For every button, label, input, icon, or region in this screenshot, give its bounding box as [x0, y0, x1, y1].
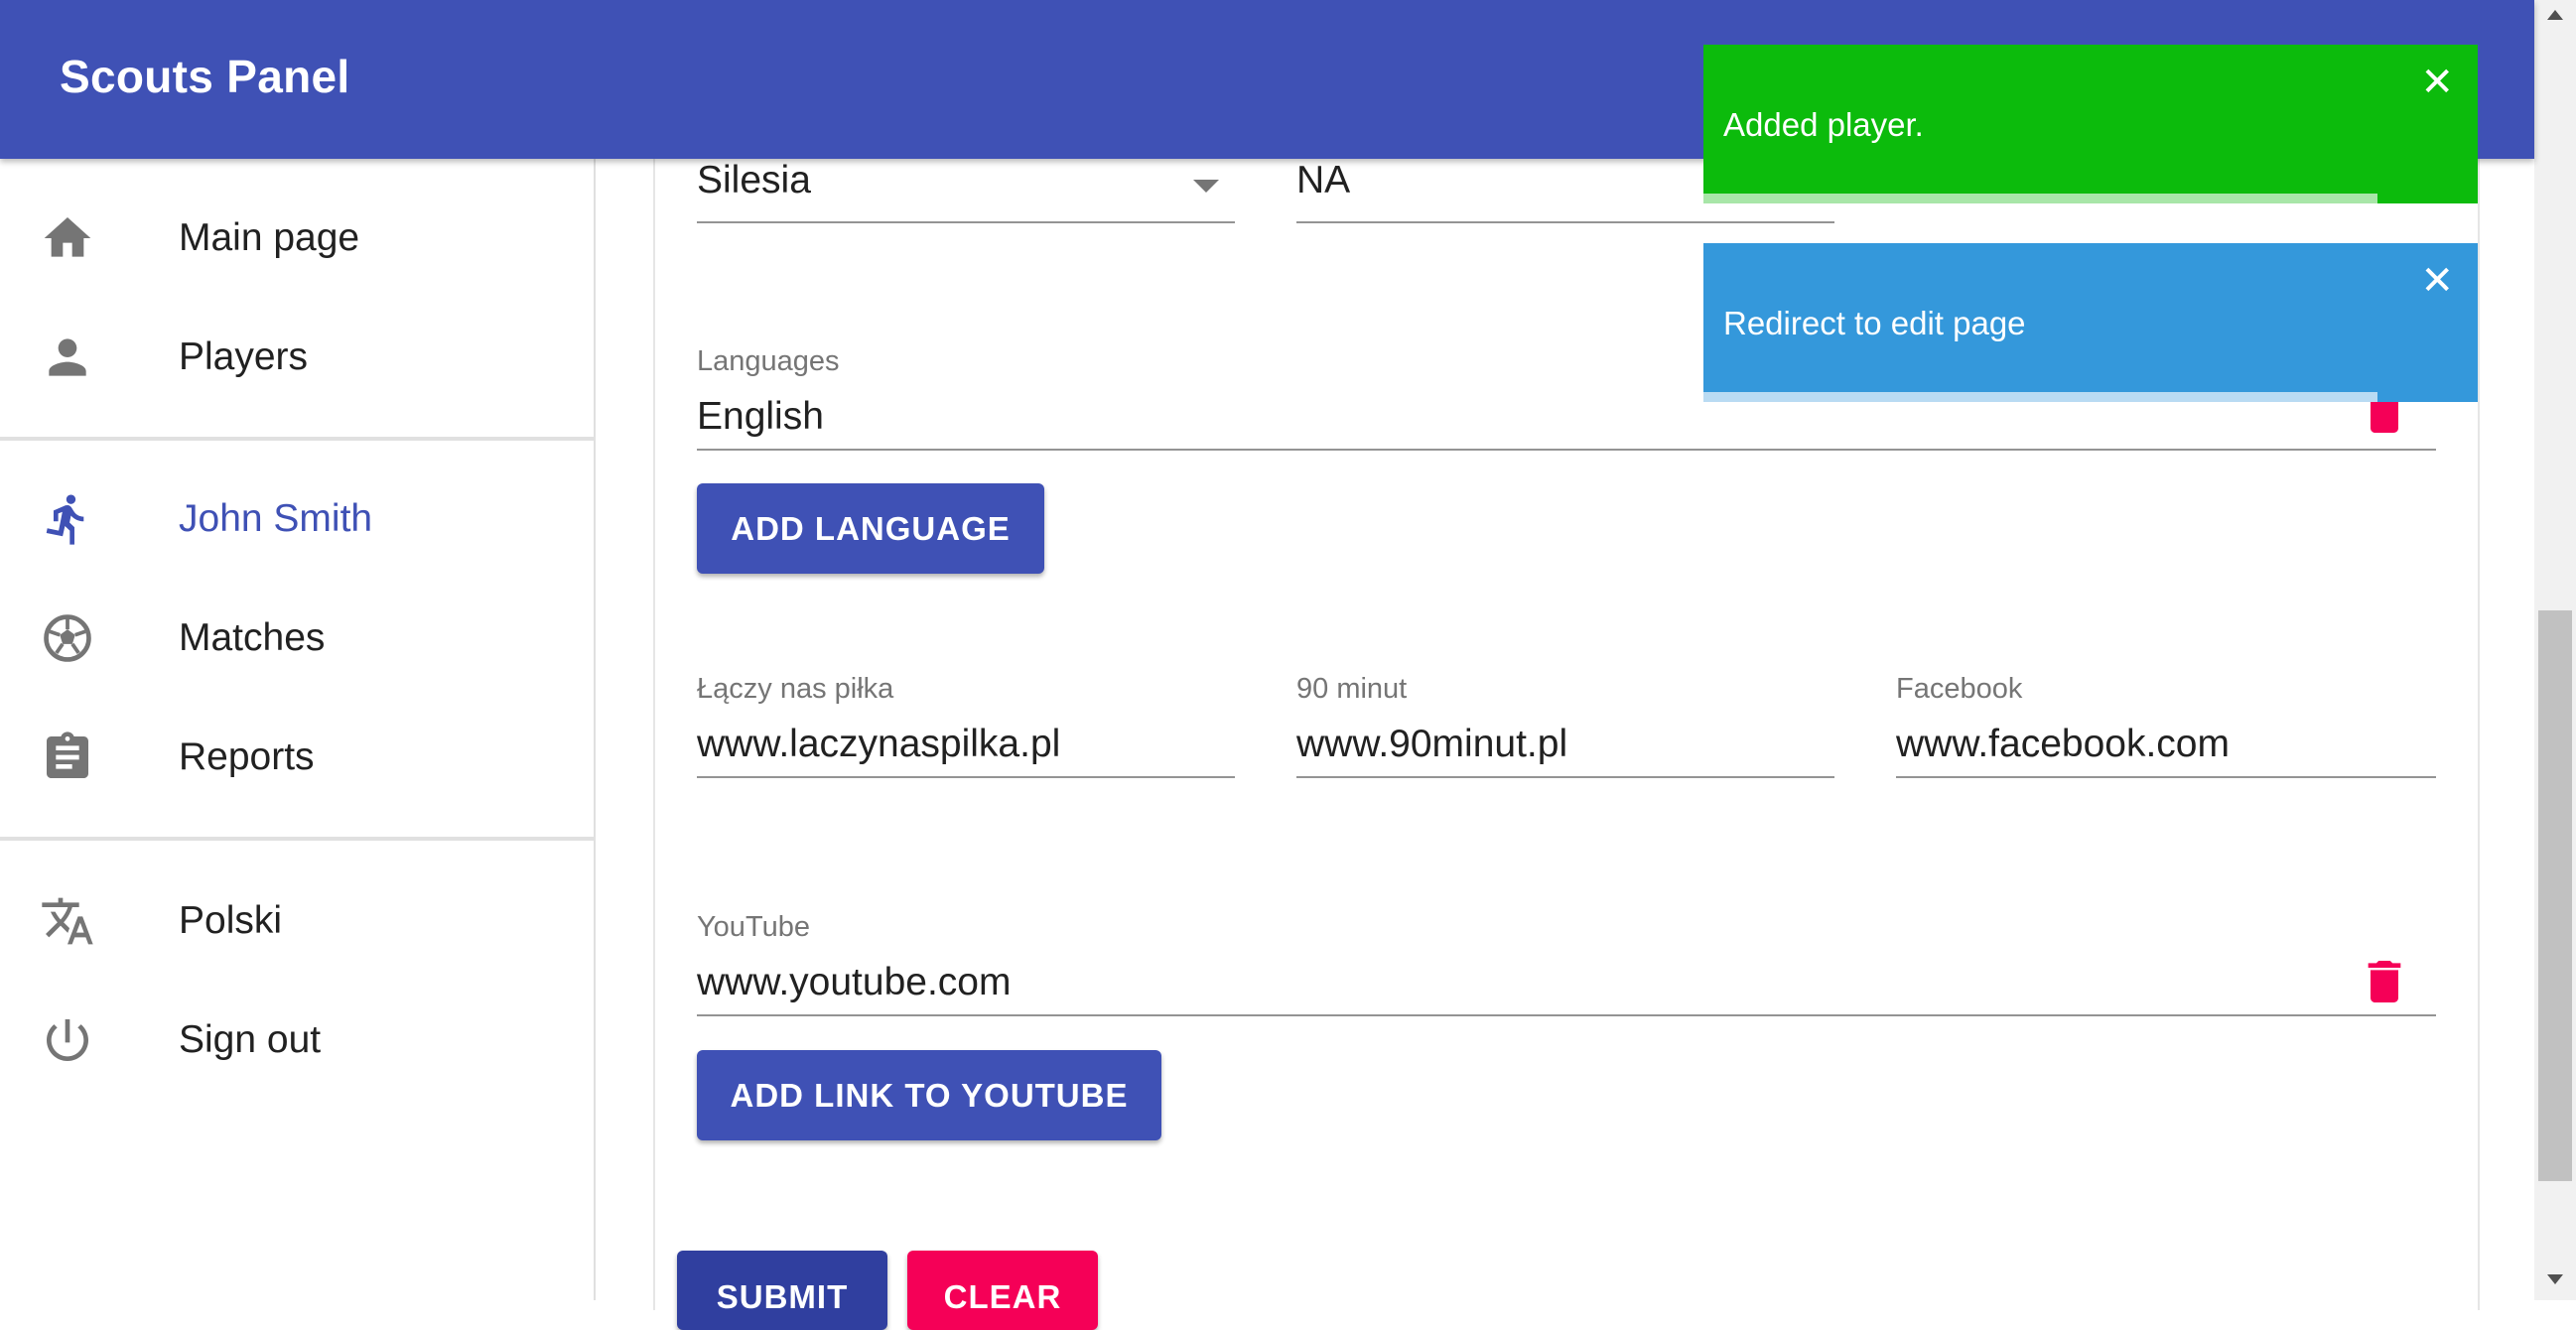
laczy-nas-pilka-value: www.laczynaspilka.pl [697, 723, 1061, 765]
close-icon[interactable]: ✕ [2420, 63, 2454, 102]
close-icon[interactable]: ✕ [2420, 261, 2454, 301]
languages-label: Languages [697, 345, 840, 377]
running-person-icon [40, 491, 95, 547]
youtube-field[interactable]: YouTube www.youtube.com [697, 911, 2436, 1030]
sidebar-item-john-smith[interactable]: John Smith [0, 465, 594, 574]
field-underline [1896, 776, 2436, 778]
chevron-down-icon [1193, 180, 1219, 193]
sidebar-item-language-toggle[interactable]: Polski [0, 866, 594, 976]
sidebar-item-label: Reports [179, 735, 315, 778]
sidebar-item-sign-out[interactable]: Sign out [0, 986, 594, 1095]
sidebar-item-label: Main page [179, 216, 360, 259]
home-icon [40, 210, 95, 266]
sidebar-item-label: Polski [179, 899, 283, 942]
toast-progress-bar [1703, 392, 2377, 402]
field-underline [697, 776, 1235, 778]
translate-icon [40, 893, 95, 949]
top-field-value: NA [1296, 159, 1351, 201]
laczy-nas-pilka-field[interactable]: Łączy nas piłka www.laczynaspilka.pl [697, 673, 1235, 792]
field-underline [697, 221, 1235, 223]
90-minut-field[interactable]: 90 minut www.90minut.pl [1296, 673, 1834, 792]
toast-progress-bar [1703, 194, 2377, 203]
sidebar-item-label: Players [179, 335, 309, 378]
clear-button[interactable]: CLEAR [907, 1251, 1098, 1330]
toast-added-player[interactable]: Added player. ✕ [1703, 45, 2478, 203]
page-scrollbar[interactable] [2534, 0, 2576, 1300]
sidebar-item-main-page[interactable]: Main page [0, 184, 594, 293]
sidebar: Main page Players John Smith Matches Rep… [0, 159, 596, 1300]
person-icon [40, 330, 95, 385]
power-icon [40, 1012, 95, 1068]
toast-redirect[interactable]: Redirect to edit page ✕ [1703, 243, 2478, 402]
submit-button[interactable]: SUBMIT [677, 1251, 887, 1330]
sidebar-item-label: Sign out [179, 1018, 322, 1061]
clipboard-icon [40, 730, 95, 785]
add-language-button[interactable]: ADD LANGUAGE [697, 483, 1044, 574]
delete-youtube-trash-icon[interactable] [2367, 961, 2402, 1002]
sidebar-item-matches[interactable]: Matches [0, 584, 594, 693]
facebook-field[interactable]: Facebook www.facebook.com [1896, 673, 2436, 792]
scrollbar-thumb[interactable] [2538, 610, 2572, 1181]
toast-message: Redirect to edit page [1723, 305, 2026, 341]
laczy-nas-pilka-label: Łączy nas piłka [697, 673, 894, 705]
region-select-value: Silesia [697, 159, 811, 201]
field-underline [1296, 776, 1834, 778]
youtube-label: YouTube [697, 911, 810, 943]
sidebar-item-label: Matches [179, 616, 326, 659]
sidebar-divider [0, 437, 594, 441]
field-underline [697, 449, 2436, 451]
field-underline [697, 1014, 2436, 1016]
scroll-down-arrow-icon[interactable] [2547, 1274, 2563, 1284]
scroll-up-arrow-icon[interactable] [2547, 10, 2563, 20]
facebook-label: Facebook [1896, 673, 2023, 705]
sidebar-divider [0, 837, 594, 841]
app-title: Scouts Panel [60, 51, 350, 102]
field-underline [1296, 221, 1834, 223]
sidebar-item-reports[interactable]: Reports [0, 703, 594, 812]
youtube-value: www.youtube.com [697, 961, 1012, 1003]
sidebar-item-players[interactable]: Players [0, 303, 594, 412]
90-minut-label: 90 minut [1296, 673, 1408, 705]
facebook-value: www.facebook.com [1896, 723, 2230, 765]
sidebar-item-label: John Smith [179, 497, 373, 540]
toast-message: Added player. [1723, 106, 1924, 143]
90-minut-value: www.90minut.pl [1296, 723, 1568, 765]
languages-value: English [697, 395, 824, 438]
soccer-ball-icon [40, 610, 95, 666]
add-youtube-link-button[interactable]: ADD LINK TO YOUTUBE [697, 1050, 1161, 1140]
region-select[interactable]: Silesia [697, 159, 1235, 228]
